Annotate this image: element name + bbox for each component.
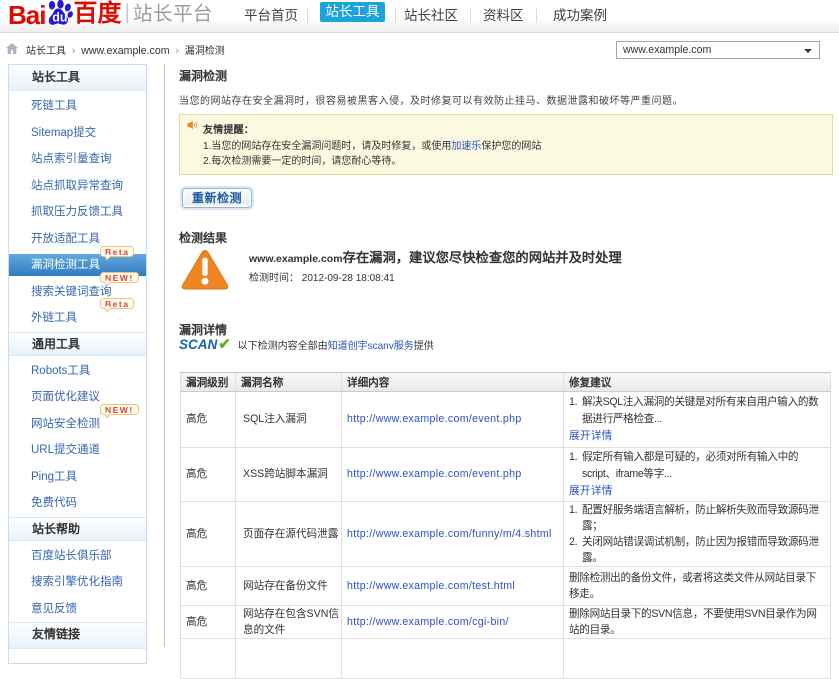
svg-text:du: du — [53, 11, 68, 25]
